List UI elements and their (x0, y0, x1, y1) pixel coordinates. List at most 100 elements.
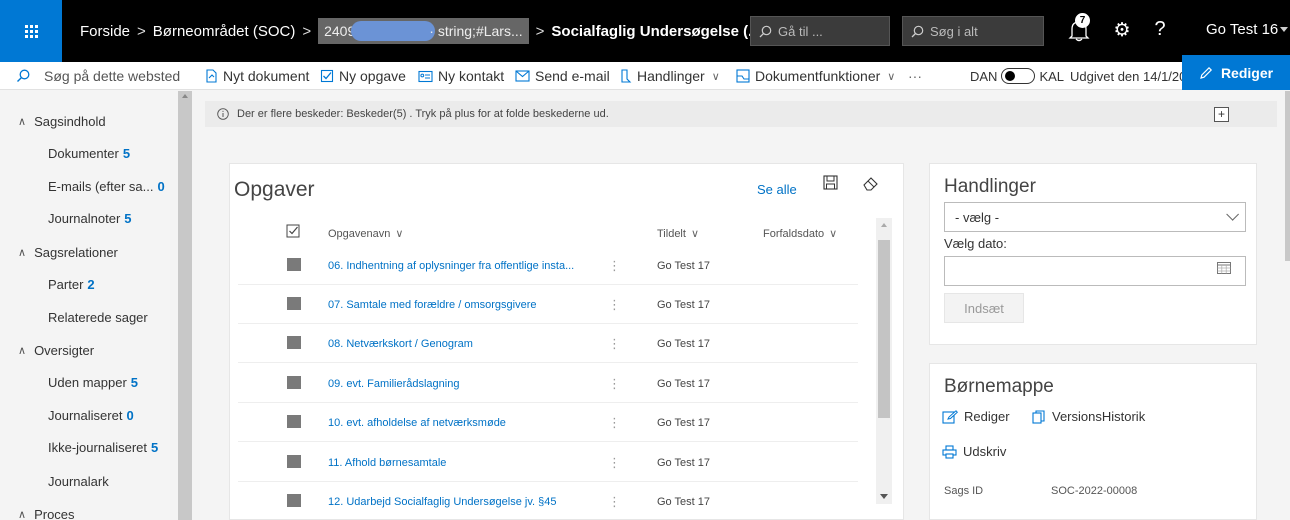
eraser-icon[interactable] (862, 175, 880, 191)
pencil-icon (1200, 66, 1212, 79)
nav-item-count: 5 (124, 211, 132, 226)
toggle-switch[interactable] (1001, 68, 1036, 84)
language-toggle[interactable]: DAN KAL (970, 62, 1064, 90)
table-row[interactable]: 07. Samtale med forældre / omsorgsgivere… (238, 285, 858, 324)
nav-item-label: Dokumenter (48, 146, 119, 161)
table-row[interactable]: 12. Udarbejd Socialfaglig Undersøgelse j… (238, 482, 858, 520)
task-link[interactable]: 06. Indhentning af oplysninger fra offen… (328, 260, 574, 272)
document-functions-menu[interactable]: Dokumentfunktioner ∨ (736, 62, 895, 90)
nav-section-label: Proces (34, 507, 75, 520)
save-icon[interactable] (823, 175, 838, 190)
waffle-icon[interactable] (0, 0, 62, 62)
nav-item-journalark[interactable]: Journalark (48, 474, 109, 489)
user-name[interactable]: Go Test 16 (1206, 21, 1278, 38)
task-link[interactable]: 12. Udarbejd Socialfaglig Undersøgelse j… (328, 496, 556, 508)
child-edit-button[interactable]: Rediger (942, 409, 1010, 424)
task-link[interactable]: 10. evt. afholdelse af netværksmøde (328, 417, 506, 429)
command-bar: Søg på dette websted Nyt dokument Ny opg… (0, 62, 1290, 90)
breadcrumb-case[interactable]: 2409 · string;#Lars... (318, 18, 529, 44)
task-link[interactable]: 11. Afhold børnesamtale (328, 457, 446, 469)
print-button[interactable]: Udskriv (942, 444, 1006, 459)
task-assigned: Go Test 17 (657, 457, 710, 469)
more-button[interactable]: ··· (908, 62, 922, 90)
row-menu-icon[interactable]: ⋮ (608, 455, 621, 471)
nav-item-journaliseret[interactable]: Journaliseret 0 (48, 408, 134, 423)
nav-item-journalnoter[interactable]: Journalnoter 5 (48, 211, 132, 226)
version-history-button[interactable]: VersionsHistorik (1032, 409, 1145, 424)
row-checkbox[interactable] (287, 494, 301, 507)
new-contact-button[interactable]: Ny kontakt (418, 62, 504, 90)
new-contact-label: Ny kontakt (438, 68, 505, 84)
nav-item-relaterede-sager[interactable]: Relaterede sager (48, 310, 148, 325)
task-link[interactable]: 09. evt. Familierådslagning (328, 378, 459, 390)
child-folder-panel: Børnemappe Rediger VersionsHistorik Udsk… (929, 363, 1257, 520)
table-row[interactable]: 10. evt. afholdelse af netværksmøde ⋮ Go T… (238, 403, 858, 442)
table-row[interactable]: 08. Netværkskort / Genogram ⋮ Go Test 17 (238, 324, 858, 363)
actions-menu[interactable]: Handlinger ∨ (620, 62, 720, 90)
row-checkbox[interactable] (287, 415, 301, 428)
breadcrumb-home[interactable]: Forside (80, 23, 130, 40)
row-menu-icon[interactable]: ⋮ (608, 336, 621, 352)
row-menu-icon[interactable]: ⋮ (608, 494, 621, 510)
see-all-link[interactable]: Se alle (757, 182, 797, 197)
new-task-button[interactable]: Ny opgave (320, 62, 406, 90)
column-header-label: Tildelt (657, 227, 686, 240)
nav-section-sagsindhold[interactable]: ∧ Sagsindhold (18, 114, 106, 129)
task-link[interactable]: 07. Samtale med forældre / omsorgsgivere (328, 299, 536, 311)
edit-page-button[interactable]: Rediger (1182, 55, 1290, 90)
row-checkbox[interactable] (287, 297, 301, 310)
nav-section-sagsrelationer[interactable]: ∧ Sagsrelationer (18, 245, 118, 260)
calendar-icon[interactable] (1217, 261, 1231, 274)
page-scrollbar[interactable] (1285, 91, 1290, 261)
tasks-scroll-thumb[interactable] (878, 240, 890, 418)
search-all-input[interactable]: Søg i alt (902, 16, 1044, 46)
task-assigned: Go Test 17 (657, 260, 710, 272)
row-checkbox[interactable] (287, 455, 301, 468)
gear-icon[interactable]: ⚙ (1111, 20, 1133, 42)
site-search[interactable]: Søg på dette websted (0, 62, 200, 90)
goto-input[interactable]: Gå til ... (750, 16, 890, 46)
action-select[interactable]: - vælg - (944, 202, 1246, 232)
task-icon (320, 69, 334, 83)
row-checkbox[interactable] (287, 258, 301, 271)
row-menu-icon[interactable]: ⋮ (608, 258, 621, 274)
nav-section-proces[interactable]: ∧ Proces (18, 507, 75, 520)
breadcrumb-area[interactable]: Børneområdet (SOC) (153, 23, 296, 40)
nav-item-uden-mapper[interactable]: Uden mapper 5 (48, 375, 138, 390)
chevron-down-icon: ∨ (711, 70, 720, 83)
nav-section-oversigter[interactable]: ∧ Oversigter (18, 343, 94, 358)
plus-icon[interactable]: + (1214, 107, 1229, 122)
nav-item-emails[interactable]: E-mails (efter sa... 0 (48, 179, 165, 194)
task-link[interactable]: 08. Netværkskort / Genogram (328, 338, 473, 350)
date-input[interactable] (944, 256, 1246, 286)
send-email-button[interactable]: Send e-mail (515, 62, 610, 90)
nav-item-dokumenter[interactable]: Dokumenter 5 (48, 146, 130, 161)
row-checkbox[interactable] (287, 376, 301, 389)
chevron-down-icon[interactable] (1280, 27, 1288, 32)
new-document-button[interactable]: Nyt dokument (204, 62, 309, 90)
insert-button[interactable]: Indsæt (944, 293, 1024, 323)
print-icon (942, 444, 957, 459)
nav-item-ikke-journaliseret[interactable]: Ikke-journaliseret 5 (48, 440, 158, 455)
nav-item-parter[interactable]: Parter 2 (48, 277, 95, 292)
nav-scrollbar[interactable] (178, 91, 192, 520)
row-menu-icon[interactable]: ⋮ (608, 376, 621, 392)
column-header-name[interactable]: Opgavenavn ∨ (328, 227, 403, 241)
chevron-up-icon: ∧ (18, 345, 27, 357)
column-header-due[interactable]: Forfaldsdato ∨ (763, 227, 837, 241)
search-icon (17, 69, 30, 82)
help-icon[interactable]: ? (1150, 18, 1170, 42)
table-row[interactable]: 11. Afhold børnesamtale ⋮ Go Test 17 (238, 443, 858, 482)
row-checkbox[interactable] (287, 336, 301, 349)
table-row[interactable]: 09. evt. Familierådslagning ⋮ Go Test 17 (238, 364, 858, 403)
scroll-up-icon[interactable] (182, 94, 188, 98)
row-menu-icon[interactable]: ⋮ (608, 297, 621, 313)
row-menu-icon[interactable]: ⋮ (608, 415, 621, 431)
table-row[interactable]: 06. Indhentning af oplysninger fra offen… (238, 246, 858, 285)
nav-item-label: Journalnoter (48, 211, 121, 226)
checkbox-icon[interactable] (286, 224, 300, 238)
scroll-up-icon[interactable] (881, 223, 887, 227)
scroll-down-icon[interactable] (880, 494, 888, 499)
breadcrumb-current[interactable]: Socialfaglig Undersøgelse (... (551, 23, 760, 40)
column-header-assigned[interactable]: Tildelt ∨ (657, 227, 699, 241)
